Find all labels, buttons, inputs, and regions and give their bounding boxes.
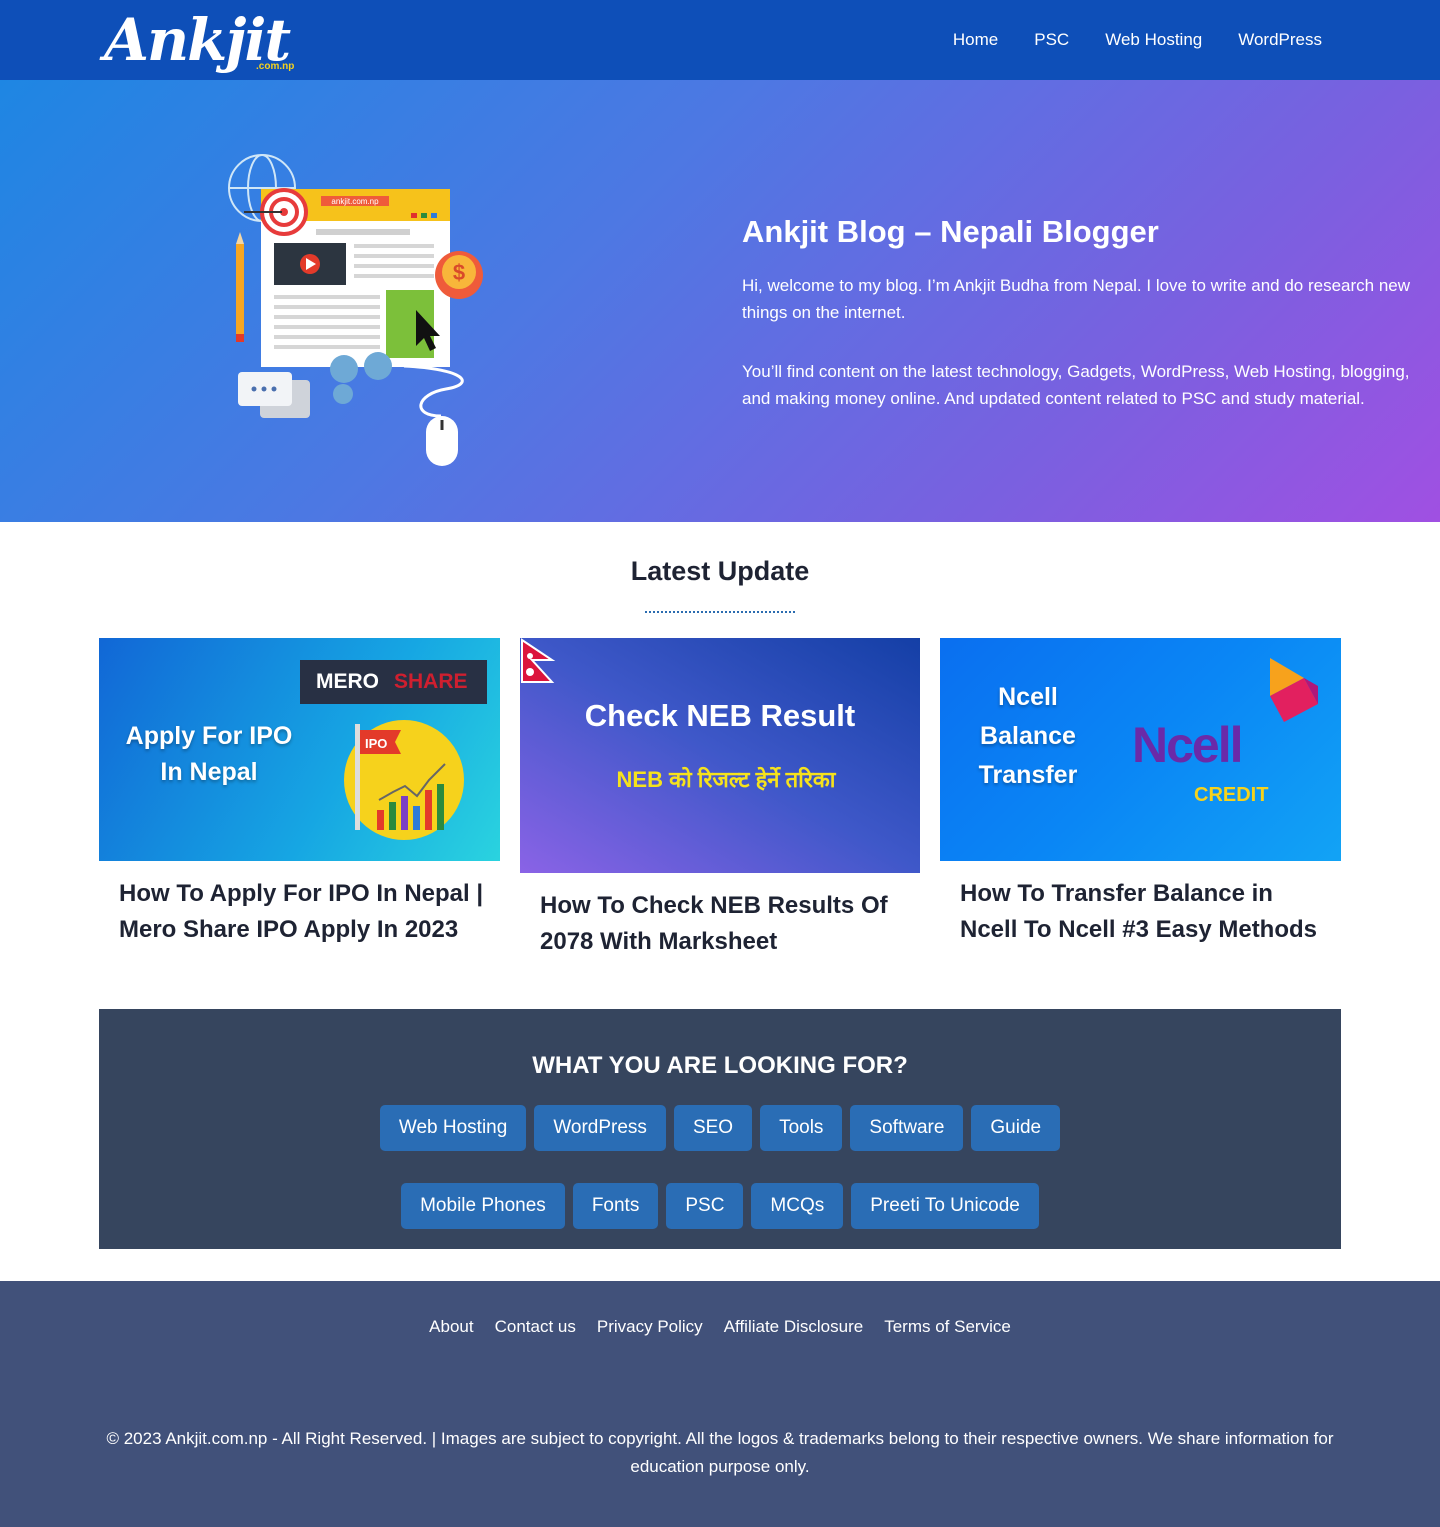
topic-preeti-to-unicode[interactable]: Preeti To Unicode <box>851 1183 1039 1229</box>
mero-text: MERO <box>316 670 379 693</box>
latest-update-heading: Latest Update <box>630 556 810 586</box>
topic-guide[interactable]: Guide <box>971 1105 1061 1151</box>
main-nav: Home PSC Web Hosting WordPress <box>935 0 1340 80</box>
site-header: Ankjit .com.np Home PSC Web Hosting Word… <box>0 0 1440 80</box>
topic-mcqs[interactable]: MCQs <box>751 1183 844 1229</box>
topic-software[interactable]: Software <box>850 1105 964 1151</box>
post-title-ncell[interactable]: How To Transfer Balance in Ncell To Ncel… <box>960 876 1330 948</box>
footer-contact[interactable]: Contact us <box>495 1317 576 1337</box>
footer-about[interactable]: About <box>429 1317 473 1337</box>
mero-share-banner: MERO SHARE <box>300 660 487 704</box>
credit-text: CREDIT <box>1194 784 1269 806</box>
hero-text: Ankjit Blog – Nepali Blogger Hi, welcome… <box>742 214 1440 444</box>
topic-wordpress[interactable]: WordPress <box>534 1105 666 1151</box>
post-thumbnail-ncell[interactable]: Ncell Balance Transfer Ncell CREDIT <box>940 638 1341 861</box>
footer-nav: About Contact us Privacy Policy Affiliat… <box>0 1317 1440 1337</box>
ipo-thumbnail-text: Apply For IPO In Nepal <box>125 722 293 786</box>
neb-thumbnail-title: Check NEB Result <box>584 698 856 733</box>
topic-web-hosting[interactable]: Web Hosting <box>379 1105 527 1151</box>
site-logo[interactable]: Ankjit .com.np <box>104 6 294 78</box>
post-title-neb[interactable]: How To Check NEB Results Of 2078 With Ma… <box>540 888 910 960</box>
site-footer: About Contact us Privacy Policy Affiliat… <box>0 1281 1440 1527</box>
blogging-illustration-icon: ankjit.com.np $ <box>228 154 483 466</box>
footer-terms[interactable]: Terms of Service <box>884 1317 1011 1337</box>
nepal-flag-icon <box>521 638 556 683</box>
topics-row-1: Web Hosting WordPress SEO Tools Software… <box>99 1105 1341 1151</box>
topic-fonts[interactable]: Fonts <box>572 1183 659 1229</box>
heading-divider <box>645 611 795 613</box>
logo-domain: .com.np <box>256 61 295 72</box>
nav-home[interactable]: Home <box>935 30 1016 50</box>
topic-psc[interactable]: PSC <box>666 1183 744 1229</box>
topics-panel: WHAT YOU ARE LOOKING FOR? Web Hosting Wo… <box>99 1009 1341 1249</box>
hero-intro: Hi, welcome to my blog. I’m Ankjit Budha… <box>742 276 1411 322</box>
nav-wordpress[interactable]: WordPress <box>1220 30 1340 50</box>
topics-heading: WHAT YOU ARE LOOKING FOR? <box>532 1052 908 1079</box>
share-text: SHARE <box>394 670 468 693</box>
illustration-url: ankjit.com.np <box>331 197 379 206</box>
ncell-logo-icon <box>1270 658 1318 722</box>
footer-privacy[interactable]: Privacy Policy <box>597 1317 703 1337</box>
svg-text:$: $ <box>453 260 465 285</box>
hero-topics: You’ll find content on the latest techno… <box>742 362 1410 408</box>
post-thumbnail-ipo[interactable]: MERO SHARE Apply For IPO In Nepal IPO <box>99 638 500 861</box>
topic-seo[interactable]: SEO <box>673 1105 753 1151</box>
svg-text:IPO: IPO <box>365 736 387 751</box>
nav-web-hosting[interactable]: Web Hosting <box>1087 30 1220 50</box>
topic-tools[interactable]: Tools <box>760 1105 843 1151</box>
ipo-chart-icon: IPO <box>344 720 464 840</box>
nav-psc[interactable]: PSC <box>1016 30 1087 50</box>
post-thumbnail-neb[interactable]: Check NEB Result NEB को रिजल्ट हेर्ने तर… <box>520 638 920 873</box>
post-title-ipo[interactable]: How To Apply For IPO In Nepal | Mero Sha… <box>119 876 489 948</box>
hero-title: Ankjit Blog – Nepali Blogger <box>742 214 1159 249</box>
ncell-thumbnail-text: Ncell Balance Transfer <box>978 683 1078 789</box>
topic-mobile-phones[interactable]: Mobile Phones <box>401 1183 565 1229</box>
ncell-brand-text: Ncell <box>1132 717 1244 773</box>
footer-affiliate[interactable]: Affiliate Disclosure <box>724 1317 864 1337</box>
hero-section: ankjit.com.np $ Ankjit Blog – Nepali Blo… <box>0 80 1440 522</box>
neb-thumbnail-subtitle: NEB को रिजल्ट हेर्ने तरिका <box>616 767 836 792</box>
copyright-text: © 2023 Ankjit.com.np - All Right Reserve… <box>106 1429 1334 1476</box>
topics-row-2: Mobile Phones Fonts PSC MCQs Preeti To U… <box>99 1183 1341 1229</box>
